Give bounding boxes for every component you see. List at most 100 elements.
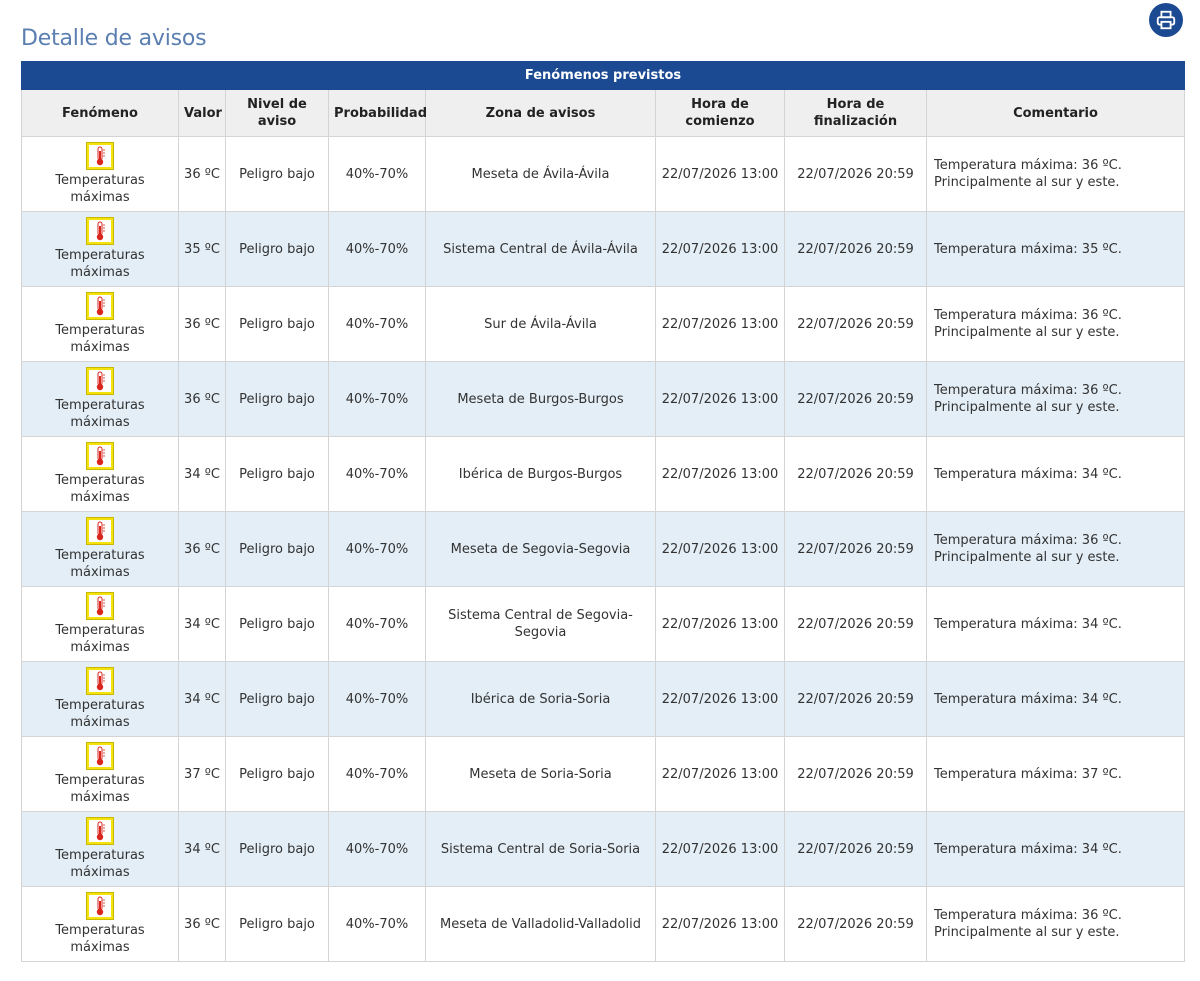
cell-probabilidad: 40%-70%	[328, 811, 426, 887]
thermometer-icon	[86, 292, 114, 320]
printer-icon	[1156, 10, 1176, 30]
cell-comienzo: 22/07/2026 13:00	[655, 736, 785, 812]
cell-comentario: Temperatura máxima: 36 ºC. Principalment…	[925, 286, 1186, 362]
cell-valor: 36 ºC	[178, 136, 226, 212]
cell-comienzo: 22/07/2026 13:00	[655, 361, 785, 437]
header-comienzo: Hora de comienzo	[655, 89, 785, 137]
cell-fin: 22/07/2026 20:59	[784, 661, 927, 737]
cell-fenomeno: Temperaturas máximas	[21, 511, 179, 587]
header-comentario: Comentario	[925, 89, 1186, 137]
cell-nivel: Peligro bajo	[225, 136, 329, 212]
thermometer-icon	[86, 367, 114, 395]
cell-fenomeno: Temperaturas máximas	[21, 211, 179, 287]
cell-fin: 22/07/2026 20:59	[784, 436, 927, 512]
cell-probabilidad: 40%-70%	[328, 136, 426, 212]
cell-zona: Sur de Ávila-Ávila	[425, 286, 656, 362]
cell-fenomeno: Temperaturas máximas	[21, 361, 179, 437]
cell-valor: 36 ºC	[178, 286, 226, 362]
cell-probabilidad: 40%-70%	[328, 736, 426, 812]
cell-nivel: Peligro bajo	[225, 586, 329, 662]
cell-fenomeno: Temperaturas máximas	[21, 811, 179, 887]
cell-zona: Sistema Central de Segovia-Segovia	[425, 586, 656, 662]
fenomeno-label: Temperaturas máximas	[55, 473, 145, 505]
cell-valor: 36 ºC	[178, 511, 226, 587]
cell-probabilidad: 40%-70%	[328, 361, 426, 437]
cell-fin: 22/07/2026 20:59	[784, 736, 927, 812]
cell-probabilidad: 40%-70%	[328, 661, 426, 737]
cell-nivel: Peligro bajo	[225, 661, 329, 737]
avisos-table: Fenómenos previstos Fenómeno Valor Nivel…	[20, 61, 1186, 962]
cell-valor: 36 ºC	[178, 886, 226, 962]
cell-zona: Meseta de Soria-Soria	[425, 736, 656, 812]
table-row: Temperaturas máximas 36 ºC Peligro bajo 40%…	[21, 511, 1186, 587]
cell-valor: 34 ºC	[178, 661, 226, 737]
cell-comienzo: 22/07/2026 13:00	[655, 886, 785, 962]
cell-nivel: Peligro bajo	[225, 436, 329, 512]
cell-comentario: Temperatura máxima: 36 ºC. Principalment…	[925, 511, 1186, 587]
fenomeno-label: Temperaturas máximas	[55, 398, 145, 430]
cell-comienzo: 22/07/2026 13:00	[655, 136, 785, 212]
cell-comentario: Temperatura máxima: 36 ºC. Principalment…	[925, 136, 1186, 212]
table-row: Temperaturas máximas 36 ºC Peligro bajo 40%…	[21, 286, 1186, 362]
cell-valor: 34 ºC	[178, 586, 226, 662]
cell-nivel: Peligro bajo	[225, 361, 329, 437]
cell-probabilidad: 40%-70%	[328, 286, 426, 362]
cell-fin: 22/07/2026 20:59	[784, 361, 927, 437]
cell-zona: Meseta de Valladolid-Valladolid	[425, 886, 656, 962]
thermometer-icon	[86, 592, 114, 620]
fenomeno-label: Temperaturas máximas	[55, 323, 145, 355]
cell-fenomeno: Temperaturas máximas	[21, 436, 179, 512]
table-row: Temperaturas máximas 36 ºC Peligro bajo 40%…	[21, 886, 1186, 962]
cell-nivel: Peligro bajo	[225, 736, 329, 812]
table-row: Temperaturas máximas 36 ºC Peligro bajo 40%…	[21, 136, 1186, 212]
print-button[interactable]	[1149, 3, 1183, 37]
table-row: Temperaturas máximas 34 ºC Peligro bajo 40%…	[21, 586, 1186, 662]
cell-comentario: Temperatura máxima: 37 ºC.	[925, 736, 1186, 812]
table-row: Temperaturas máximas 37 ºC Peligro bajo 40%…	[21, 736, 1186, 812]
cell-valor: 37 ºC	[178, 736, 226, 812]
cell-fin: 22/07/2026 20:59	[784, 211, 927, 287]
cell-comentario: Temperatura máxima: 34 ºC.	[925, 811, 1186, 887]
cell-fenomeno: Temperaturas máximas	[21, 136, 179, 212]
cell-fenomeno: Temperaturas máximas	[21, 736, 179, 812]
cell-valor: 34 ºC	[178, 811, 226, 887]
cell-fin: 22/07/2026 20:59	[784, 811, 927, 887]
cell-fenomeno: Temperaturas máximas	[21, 286, 179, 362]
cell-probabilidad: 40%-70%	[328, 586, 426, 662]
cell-comienzo: 22/07/2026 13:00	[655, 286, 785, 362]
page-title: Detalle de avisos	[21, 26, 207, 51]
cell-fenomeno: Temperaturas máximas	[21, 886, 179, 962]
table-row: Temperaturas máximas 34 ºC Peligro bajo 40%…	[21, 811, 1186, 887]
table-caption: Fenómenos previstos	[20, 61, 1186, 90]
thermometer-icon	[86, 817, 114, 845]
cell-zona: Sistema Central de Soria-Soria	[425, 811, 656, 887]
thermometer-icon	[86, 517, 114, 545]
cell-fin: 22/07/2026 20:59	[784, 511, 927, 587]
header-fin: Hora de finalización	[784, 89, 927, 137]
cell-comienzo: 22/07/2026 13:00	[655, 511, 785, 587]
fenomeno-label: Temperaturas máximas	[55, 848, 145, 880]
cell-comienzo: 22/07/2026 13:00	[655, 661, 785, 737]
cell-comienzo: 22/07/2026 13:00	[655, 811, 785, 887]
table-row: Temperaturas máximas 34 ºC Peligro bajo 40%…	[21, 661, 1186, 737]
cell-comienzo: 22/07/2026 13:00	[655, 436, 785, 512]
cell-comienzo: 22/07/2026 13:00	[655, 586, 785, 662]
cell-nivel: Peligro bajo	[225, 211, 329, 287]
header-probabilidad: Probabilidad	[328, 89, 427, 137]
cell-fenomeno: Temperaturas máximas	[21, 586, 179, 662]
cell-comentario: Temperatura máxima: 36 ºC. Principalment…	[925, 886, 1186, 962]
header-nivel: Nivel de aviso	[225, 89, 329, 137]
thermometer-icon	[86, 217, 114, 245]
fenomeno-label: Temperaturas máximas	[55, 773, 145, 805]
table-body: Temperaturas máximas 36 ºC Peligro bajo 40%…	[21, 136, 1186, 962]
fenomeno-label: Temperaturas máximas	[55, 173, 145, 205]
cell-nivel: Peligro bajo	[225, 886, 329, 962]
cell-fin: 22/07/2026 20:59	[784, 886, 927, 962]
cell-comentario: Temperatura máxima: 34 ºC.	[925, 586, 1186, 662]
thermometer-icon	[86, 667, 114, 695]
cell-probabilidad: 40%-70%	[328, 436, 426, 512]
header-valor: Valor	[178, 89, 226, 137]
cell-comentario: Temperatura máxima: 34 ºC.	[925, 436, 1186, 512]
cell-zona: Ibérica de Soria-Soria	[425, 661, 656, 737]
cell-comentario: Temperatura máxima: 35 ºC.	[925, 211, 1186, 287]
